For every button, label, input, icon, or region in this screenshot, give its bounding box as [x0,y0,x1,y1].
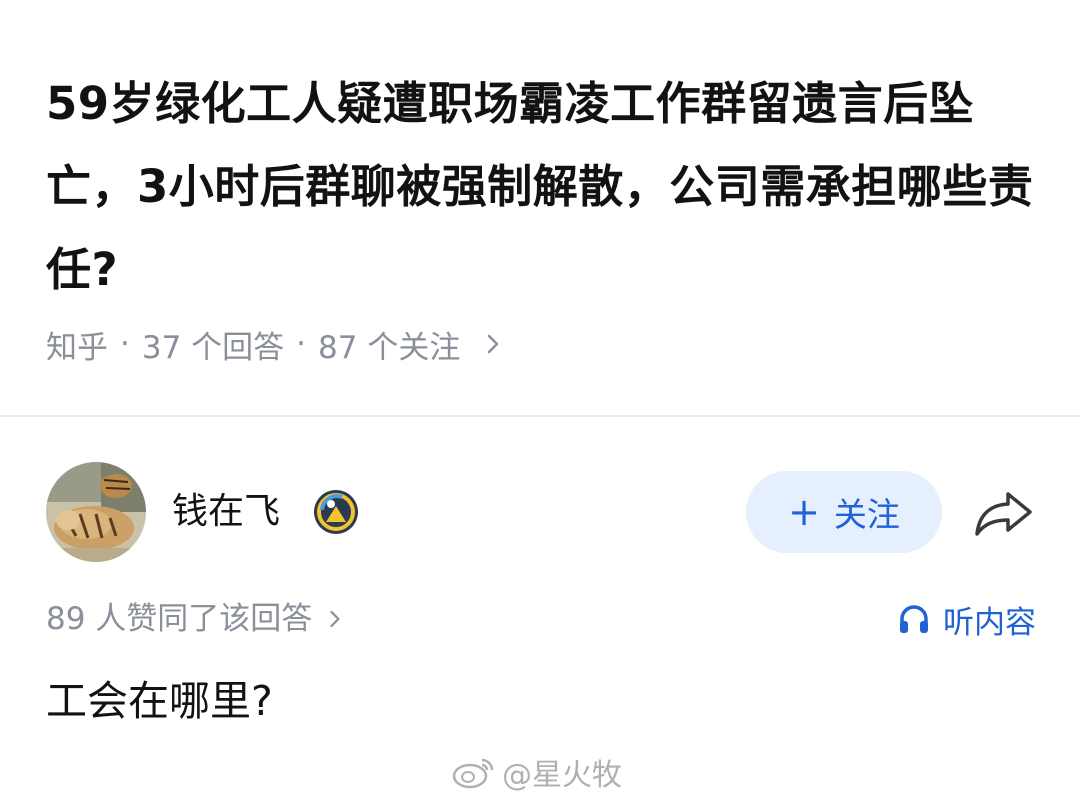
meta-separator: · [120,326,130,362]
upvote-label: 89 人赞同了该回答 [46,601,313,637]
follow-button[interactable]: + 关注 [746,471,942,553]
avatar[interactable] [46,462,146,562]
chevron-right-icon [330,610,340,628]
listen-label: 听内容 [943,604,1036,641]
upvote-count[interactable]: 89 人赞同了该回答 [46,594,348,644]
section-divider [0,415,1080,417]
share-arrow-icon[interactable] [972,484,1036,540]
plus-icon: + [788,490,820,534]
watermark-text: @星火牧 [502,758,622,793]
meta-separator: · [296,326,307,362]
follow-label: 关注 [833,495,900,534]
author-name[interactable]: 钱在飞 [172,488,280,536]
listen-button[interactable]: 听内容 [897,594,1036,644]
question-meta[interactable]: 知乎 · 37 个回答 · 87 个关注 [46,320,508,368]
chevron-right-icon [488,334,499,354]
watermark: @星火牧 [452,746,622,798]
answer-count: 37 个回答 [141,329,285,366]
answer-body: 工会在哪里? [46,677,273,725]
author-row: 钱在飞 + 关注 [46,462,1036,564]
question-title[interactable]: 59岁绿化工人疑遭职场霸凌工作群留遗言后坠亡，3小时后群聊被强制解散，公司需承担… [46,62,1046,311]
tiger-avatar [46,462,146,562]
follower-count: 87 个关注 [318,329,461,366]
upvote-row: 89 人赞同了该回答 听内容 [46,594,1036,644]
weibo-icon [452,758,494,789]
headphones-icon [900,605,928,633]
verified-badge-icon [314,490,358,534]
source-label: 知乎 [46,329,108,366]
